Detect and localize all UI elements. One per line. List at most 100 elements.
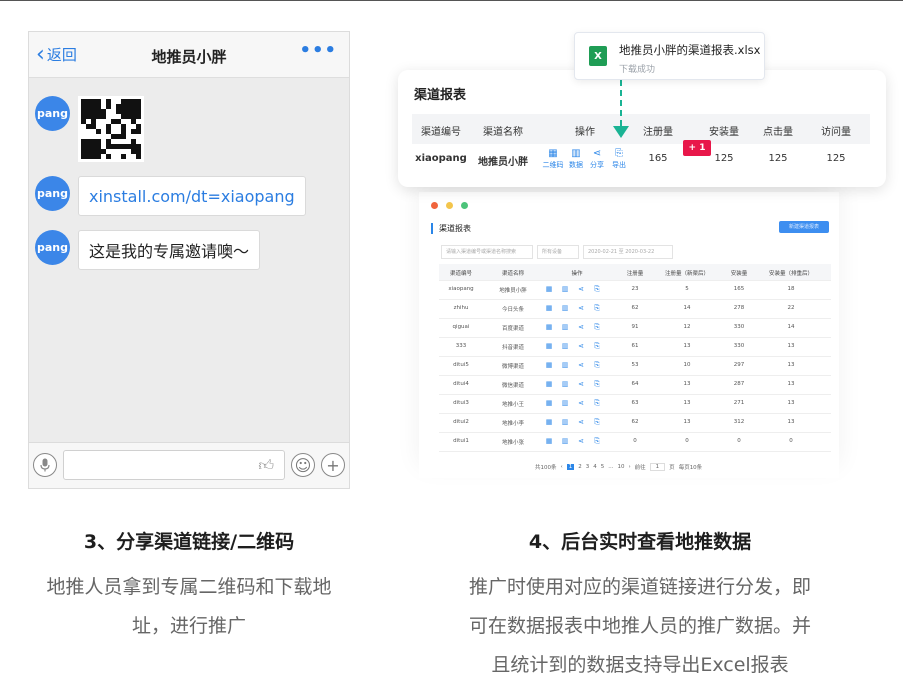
export-icon[interactable]: ⎘ (594, 323, 600, 332)
qrcode-icon[interactable]: ▦ (546, 437, 553, 445)
qrcode-icon[interactable]: ▦ (546, 418, 553, 426)
share-icon[interactable]: ⋖ (578, 437, 584, 445)
channel-name: 地推员小胖 (478, 157, 528, 168)
share-icon[interactable]: ⋖ (578, 285, 584, 293)
share-action[interactable]: ⋖ 分享 (590, 148, 604, 170)
message-input[interactable]: 👍︎ (63, 450, 285, 480)
table-cell: ditui3 (453, 400, 469, 406)
export-icon[interactable]: ⎘ (594, 399, 600, 408)
pager-prev-icon[interactable]: ‹ (561, 464, 563, 470)
qrcode-icon[interactable]: ▦ (546, 380, 553, 388)
report-card: 渠道报表 渠道编号 渠道名称 操作 注册量 安装量 点击量 访问量 xiaopa… (398, 70, 886, 187)
top-divider (0, 0, 903, 1)
qrcode-action[interactable]: ▦ 二维码 (543, 148, 564, 170)
pager-page[interactable]: 1 (566, 464, 575, 470)
column-header[interactable]: 注册量（新渠后） (665, 269, 709, 277)
screen-title: 渠道报表 (431, 223, 471, 234)
caption-line: 址，进行推广 (131, 615, 246, 637)
qrcode-icon[interactable]: ▦ (546, 399, 553, 407)
table-cell: ditui2 (453, 419, 469, 425)
pager-page[interactable]: 10 (617, 464, 624, 470)
column-header: 渠道名称 (483, 127, 523, 138)
chart-icon[interactable]: ▥ (562, 380, 569, 388)
share-icon[interactable]: ⋖ (578, 418, 584, 426)
qrcode-icon[interactable]: ▦ (546, 285, 553, 293)
column-header[interactable]: 注册量 (627, 269, 644, 277)
pager-input[interactable]: 1 (649, 463, 666, 471)
qrcode-icon: ▦ (548, 148, 558, 159)
share-icon: ⋖ (592, 148, 602, 159)
pager-page[interactable]: 2 (578, 464, 582, 470)
table-cell: 13 (787, 400, 795, 406)
qrcode-icon[interactable]: ▦ (546, 361, 553, 369)
table-cell: 14 (683, 305, 691, 311)
invite-link[interactable]: xinstall.com/dt=xiaopang (78, 176, 306, 216)
column-header: 渠道编号 (421, 127, 461, 138)
share-icon[interactable]: ⋖ (578, 304, 584, 312)
pager-page[interactable]: 4 (593, 464, 597, 470)
download-arrow (620, 80, 622, 126)
mic-icon[interactable] (33, 453, 57, 477)
pager-page[interactable]: 5 (601, 464, 605, 470)
avatar[interactable]: pang (35, 230, 70, 265)
share-icon[interactable]: ⋖ (578, 342, 584, 350)
export-icon[interactable]: ⎘ (594, 418, 600, 427)
chart-icon[interactable]: ▥ (562, 399, 569, 407)
export-action[interactable]: ⎘ 导出 (612, 148, 626, 170)
avatar[interactable]: pang (35, 96, 70, 131)
new-report-button[interactable]: 新建渠道报表 (779, 221, 829, 233)
share-icon[interactable]: ⋖ (578, 380, 584, 388)
chart-icon[interactable]: ▥ (562, 304, 569, 312)
qrcode-icon[interactable]: ▦ (546, 323, 553, 331)
pager-size[interactable]: 每页10条 (679, 463, 703, 471)
column-header[interactable]: 安装量（排重后） (769, 269, 813, 277)
table-cell: xiaopang (448, 286, 474, 292)
avatar[interactable]: pang (35, 176, 70, 211)
emoji-icon[interactable]: ☺ (291, 453, 315, 477)
share-icon[interactable]: ⋖ (578, 323, 584, 331)
op-label: 数据 (569, 161, 583, 169)
chart-icon[interactable]: ▥ (562, 323, 569, 331)
column-header[interactable]: 渠道名称 (502, 269, 524, 277)
caption-line: 推广时使用对应的渠道链接进行分发，即 (468, 576, 811, 598)
table-cell: 297 (733, 362, 745, 368)
export-icon[interactable]: ⎘ (594, 304, 600, 313)
export-icon[interactable]: ⎘ (594, 380, 600, 389)
qrcode-image[interactable] (78, 96, 144, 162)
table-cell: 312 (733, 419, 745, 425)
column-header[interactable]: 安装量 (731, 269, 748, 277)
export-icon[interactable]: ⎘ (594, 361, 600, 370)
export-icon[interactable]: ⎘ (594, 342, 600, 351)
chart-icon[interactable]: ▥ (562, 285, 569, 293)
date-range-picker[interactable]: 2020-02-21 至 2020-03-22 (583, 245, 673, 259)
chart-icon[interactable]: ▥ (562, 361, 569, 369)
chart-icon[interactable]: ▥ (562, 418, 569, 426)
table-cell: qiguai (452, 324, 470, 330)
plus-icon[interactable]: + (321, 453, 345, 477)
table-row: ditui1 地推小张 0 0 0 0 ▦ ▥ ⋖ ⎘ (439, 433, 831, 452)
thumb-icon[interactable]: 👍︎ (258, 456, 274, 475)
column-header[interactable]: 渠道编号 (450, 269, 472, 277)
qrcode-icon[interactable]: ▦ (546, 304, 553, 312)
share-icon[interactable]: ⋖ (578, 399, 584, 407)
table-cell: 53 (631, 362, 639, 368)
export-icon[interactable]: ⎘ (594, 285, 600, 294)
export-icon[interactable]: ⎘ (594, 437, 600, 446)
chart-icon[interactable]: ▥ (562, 342, 569, 350)
install-count: 125 (714, 153, 734, 164)
search-input[interactable]: 请输入渠道编号或渠道名称搜索 (441, 245, 533, 259)
device-select[interactable]: 所有设备 (537, 245, 579, 259)
download-toast[interactable]: X 地推员小胖的渠道报表.xlsx 下载成功 (574, 32, 765, 80)
table-cell: ditui1 (453, 438, 469, 444)
caption-body-right: 推广时使用对应的渠道链接进行分发，即 可在数据报表中地推人员的推广数据。并 且统… (430, 568, 850, 685)
data-action[interactable]: ▥ 数据 (569, 148, 583, 170)
more-icon[interactable]: ••• (299, 40, 337, 61)
caption-title-left: 3、分享渠道链接/二维码 (83, 531, 295, 553)
file-name: 地推员小胖的渠道报表.xlsx (619, 43, 761, 57)
pager-next-icon[interactable]: › (628, 464, 630, 470)
column-header: 点击量 (763, 127, 793, 138)
pager-page[interactable]: 3 (586, 464, 590, 470)
qrcode-icon[interactable]: ▦ (546, 342, 553, 350)
share-icon[interactable]: ⋖ (578, 361, 584, 369)
chart-icon[interactable]: ▥ (562, 437, 569, 445)
